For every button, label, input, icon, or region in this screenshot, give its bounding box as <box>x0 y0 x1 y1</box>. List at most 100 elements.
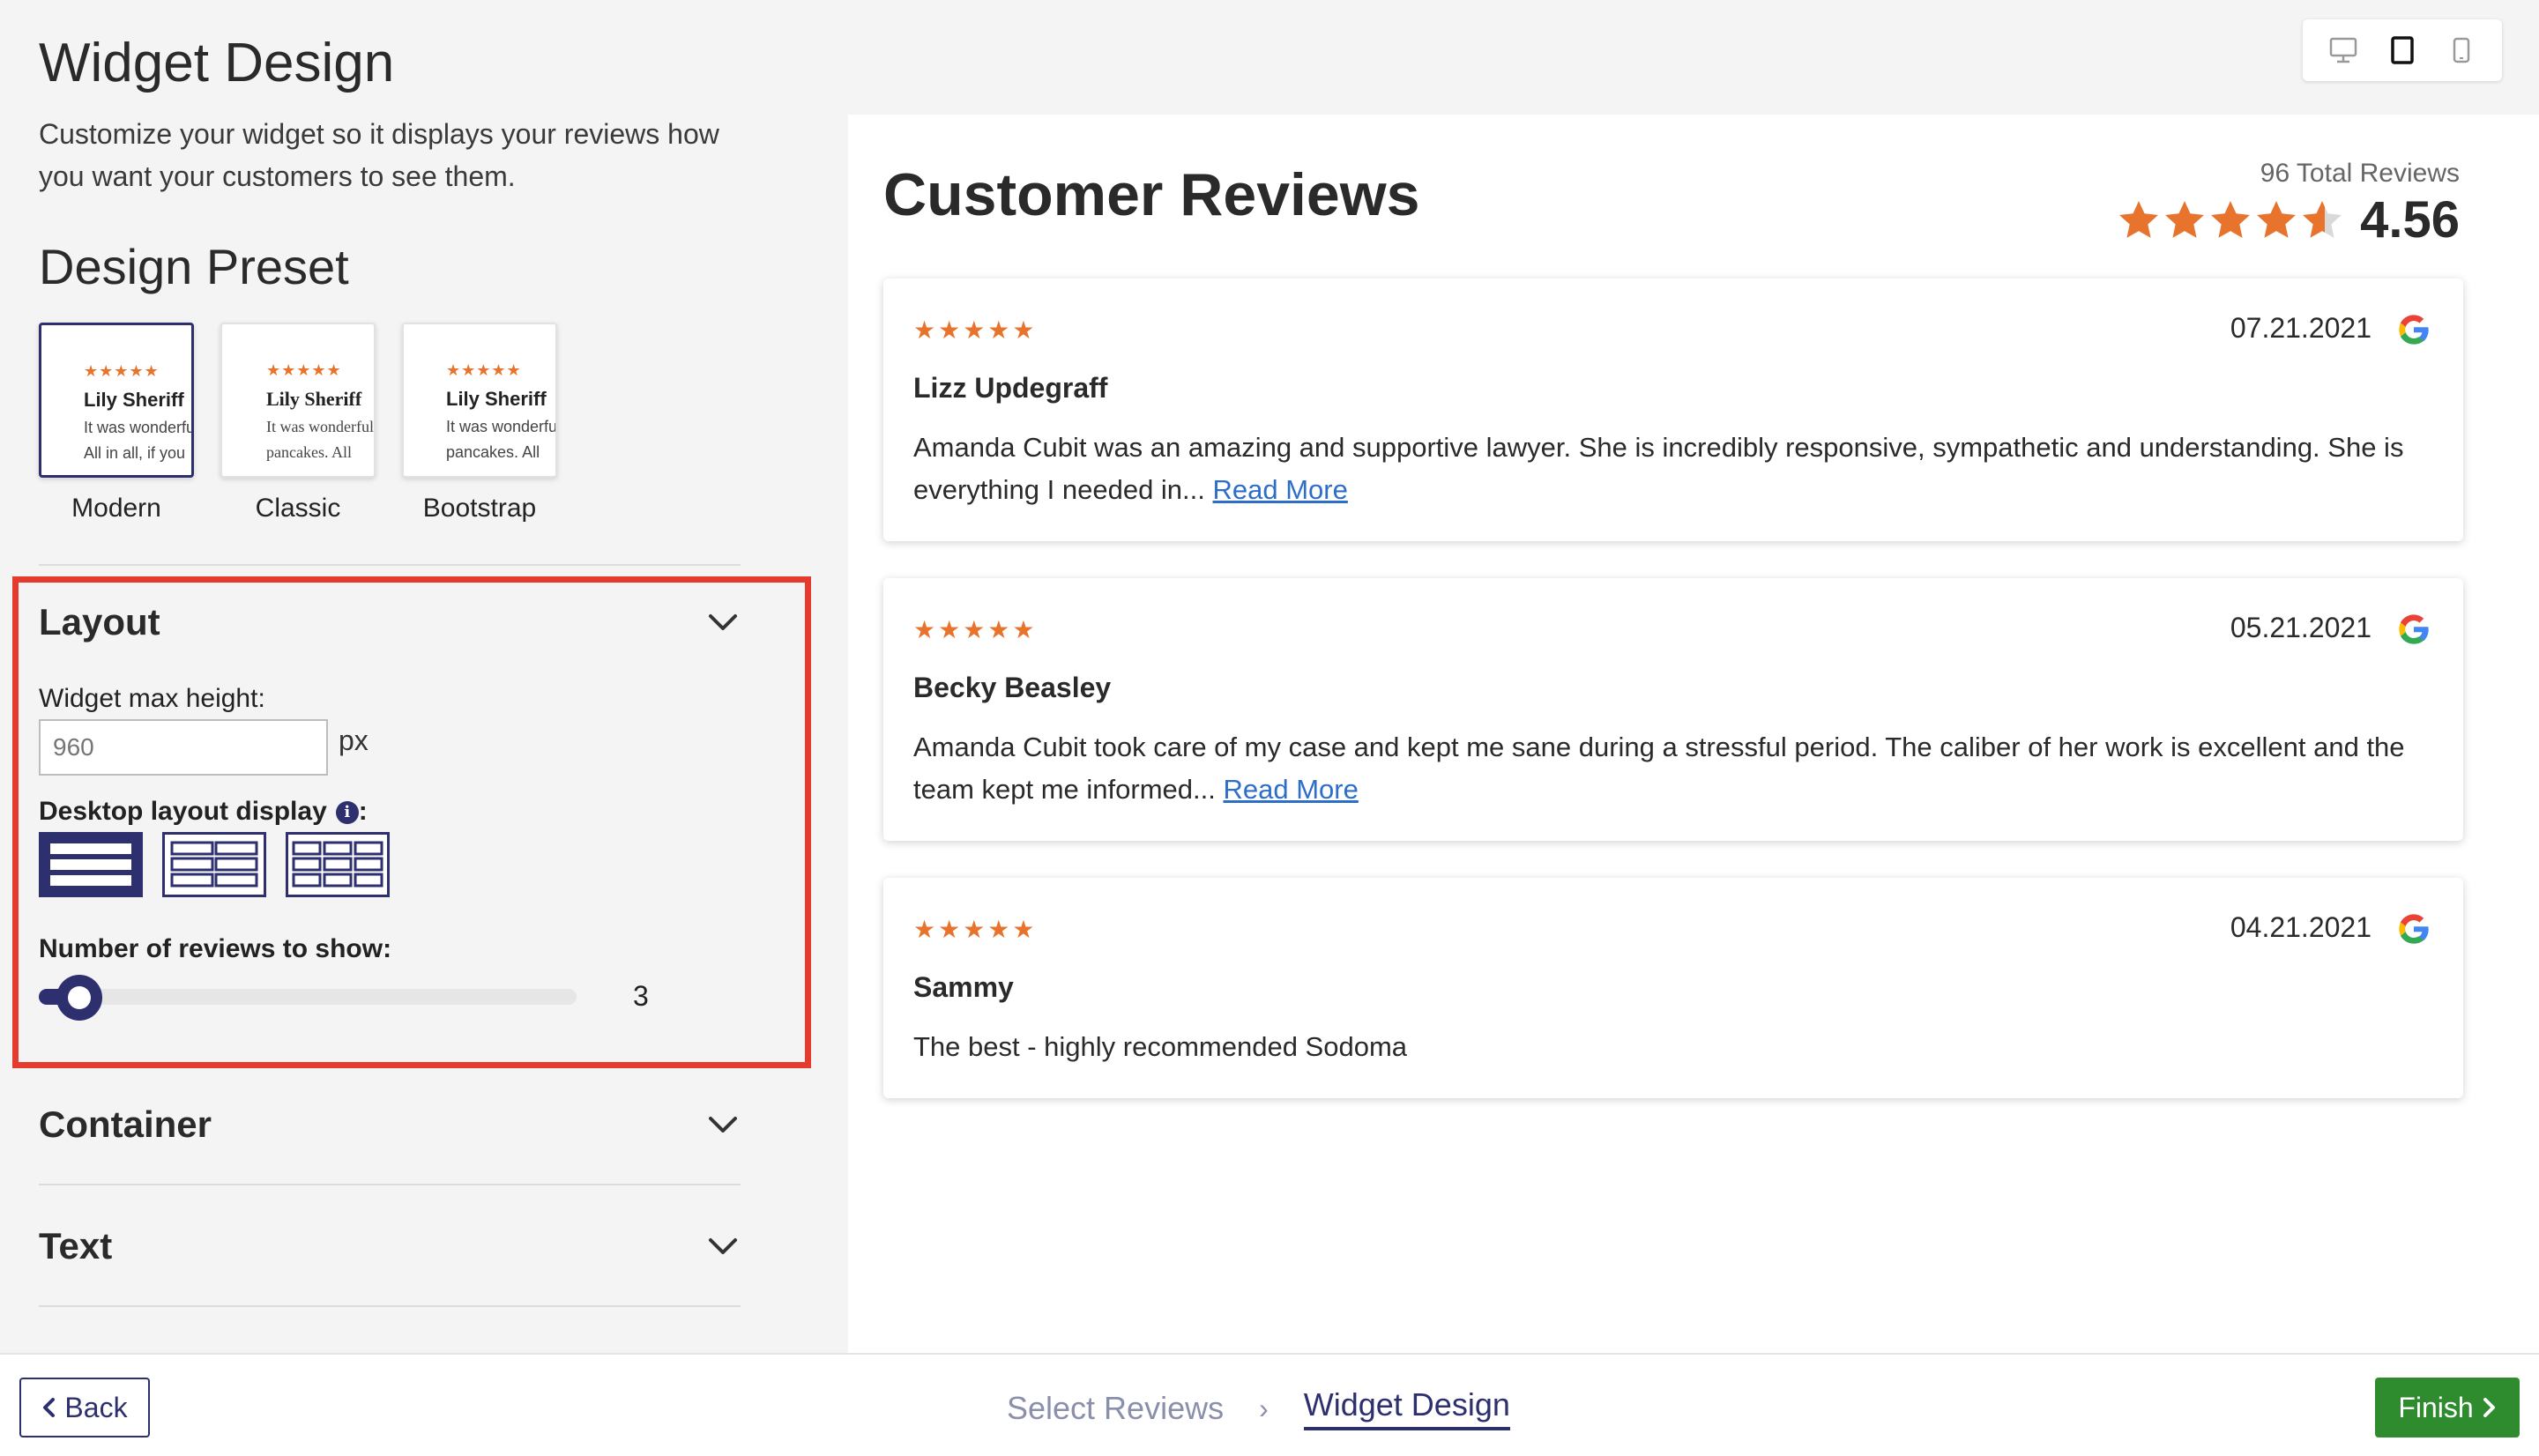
review-stars: ★★★★★ <box>913 616 1038 643</box>
footer-bar: Back Select Reviews › Widget Design Fini… <box>0 1353 2539 1456</box>
review-date: 05.21.2021 <box>2230 612 2371 643</box>
settings-panel: Widget Design Customize your widget so i… <box>0 0 846 1353</box>
container-section-title: Container <box>39 1103 212 1145</box>
chevron-right-icon <box>2483 1398 2495 1417</box>
google-icon <box>2399 315 2429 345</box>
reviewer-name: Sammy <box>913 971 1014 1003</box>
rating-summary: 4.56 <box>2117 190 2460 249</box>
back-button[interactable]: Back <box>19 1378 150 1437</box>
layout-two-column-button[interactable] <box>162 832 266 897</box>
max-height-unit: px <box>339 724 369 756</box>
preset-thumbnail[interactable]: ★★★★★ Lily Sheriff It was wonderful panc… <box>220 323 376 478</box>
star-icon <box>2303 200 2342 238</box>
three-column-icon <box>292 841 383 888</box>
text-section-header[interactable]: Text <box>39 1225 741 1267</box>
chevron-down-icon[interactable] <box>705 1107 741 1142</box>
preset-text-line: All in all, if you <box>84 444 186 462</box>
finish-label: Finish <box>2398 1391 2474 1423</box>
layout-options <box>39 832 390 897</box>
chevron-down-icon[interactable] <box>705 605 741 640</box>
preset-stars: ★★★★★ <box>84 362 160 380</box>
preset-label[interactable]: Bootstrap <box>402 494 557 524</box>
desktop-icon[interactable] <box>2326 33 2361 68</box>
finish-button[interactable]: Finish <box>2375 1378 2520 1437</box>
rating-stars <box>2117 198 2344 242</box>
back-label: Back <box>64 1391 128 1423</box>
review-card: ★★★★★ 07.21.2021 Lizz Updegraff Amanda C… <box>883 279 2463 541</box>
preset-text-line: It was wonderful <box>266 418 374 435</box>
star-icon <box>2211 200 2250 238</box>
preset-reviewer-name: Lily Sheriff <box>266 388 362 410</box>
divider <box>39 564 741 566</box>
layout-section-title: Layout <box>39 601 160 643</box>
layout-section-header[interactable]: Layout <box>39 601 741 643</box>
read-more-link[interactable]: Read More <box>1213 474 1348 505</box>
preset-label[interactable]: Modern <box>39 494 194 524</box>
review-text: The best - highly recommended Sodoma <box>913 1031 1408 1062</box>
star-icon <box>2119 200 2158 238</box>
max-height-label: Widget max height: <box>39 684 265 713</box>
review-date: 07.21.2021 <box>2230 312 2371 344</box>
text-section-title: Text <box>39 1225 113 1267</box>
review-body: Amanda Cubit was an amazing and supporti… <box>913 432 2404 505</box>
max-height-input[interactable] <box>39 719 328 776</box>
divider <box>39 1184 741 1185</box>
review-body: Amanda Cubit took care of my case and ke… <box>913 732 2405 805</box>
preset-bootstrap[interactable]: ★★★★★ Lily Sheriff It was wonderful panc… <box>402 323 557 524</box>
reviews-count-slider-thumb[interactable] <box>56 975 102 1021</box>
step-widget-design[interactable]: Widget Design <box>1303 1386 1510 1430</box>
desktop-layout-label: Desktop layout display i: <box>39 797 368 827</box>
tablet-icon[interactable] <box>2385 33 2420 68</box>
preset-text-line: It was wonderful <box>84 419 194 436</box>
reviewer-name: Lizz Updegraff <box>913 372 1108 404</box>
star-icon <box>2165 200 2204 238</box>
reviews-count-label: Number of reviews to show: <box>39 934 392 963</box>
layout-one-column-button[interactable] <box>39 832 143 897</box>
info-icon[interactable]: i <box>335 801 359 824</box>
divider <box>39 1305 741 1307</box>
container-section-header[interactable]: Container <box>39 1103 741 1146</box>
one-column-icon <box>50 843 131 886</box>
preset-stars: ★★★★★ <box>446 361 522 379</box>
star-icon <box>2257 200 2296 238</box>
preset-modern[interactable]: ★★★★★ Lily Sheriff It was wonderful All … <box>39 323 194 524</box>
device-toggle <box>2303 19 2502 81</box>
preset-thumbnail[interactable]: ★★★★★ Lily Sheriff It was wonderful All … <box>39 323 194 478</box>
layout-three-column-button[interactable] <box>286 832 390 897</box>
total-reviews: 96 Total Reviews <box>2260 159 2460 188</box>
preset-reviewer-name: Lily Sheriff <box>446 388 547 410</box>
read-more-link[interactable]: Read More <box>1224 774 1359 805</box>
preset-text-line: pancakes. All <box>266 443 352 461</box>
step-separator: › <box>1259 1392 1269 1424</box>
reviews-count-value: 3 <box>633 980 649 1012</box>
page-title: Widget Design <box>39 33 395 93</box>
google-icon <box>2399 914 2429 944</box>
chevron-left-icon <box>43 1398 56 1417</box>
review-text: Amanda Cubit was an amazing and supporti… <box>913 427 2430 511</box>
desktop-layout-label-colon: : <box>358 797 368 826</box>
step-select-reviews[interactable]: Select Reviews <box>1007 1390 1224 1427</box>
reviewer-name: Becky Beasley <box>913 672 1112 703</box>
two-column-icon <box>170 841 258 888</box>
review-date: 04.21.2021 <box>2230 911 2371 943</box>
reviews-count-slider-track[interactable] <box>74 989 577 1005</box>
preset-label[interactable]: Classic <box>220 494 376 524</box>
preset-text-line: pancakes. All <box>446 443 540 461</box>
preset-text-line: It was wonderful <box>446 418 557 435</box>
review-stars: ★★★★★ <box>913 316 1038 344</box>
review-text: Amanda Cubit took care of my case and ke… <box>913 726 2430 811</box>
chevron-down-icon[interactable] <box>705 1229 741 1264</box>
mobile-icon[interactable] <box>2444 33 2479 68</box>
review-stars: ★★★★★ <box>913 916 1038 943</box>
preset-reviewer-name: Lily Sheriff <box>84 389 184 411</box>
google-icon <box>2399 614 2429 644</box>
preset-list: ★★★★★ Lily Sheriff It was wonderful All … <box>39 323 557 524</box>
design-preset-title: Design Preset <box>39 239 349 294</box>
customer-reviews-title: Customer Reviews <box>883 161 1420 228</box>
review-card: ★★★★★ 04.21.2021 Sammy The best - highly… <box>883 878 2463 1098</box>
preset-thumbnail[interactable]: ★★★★★ Lily Sheriff It was wonderful panc… <box>402 323 557 478</box>
wizard-steps: Select Reviews › Widget Design <box>1007 1386 1510 1430</box>
preset-classic[interactable]: ★★★★★ Lily Sheriff It was wonderful panc… <box>220 323 376 524</box>
review-card: ★★★★★ 05.21.2021 Becky Beasley Amanda Cu… <box>883 578 2463 841</box>
rating-value: 4.56 <box>2360 191 2460 249</box>
